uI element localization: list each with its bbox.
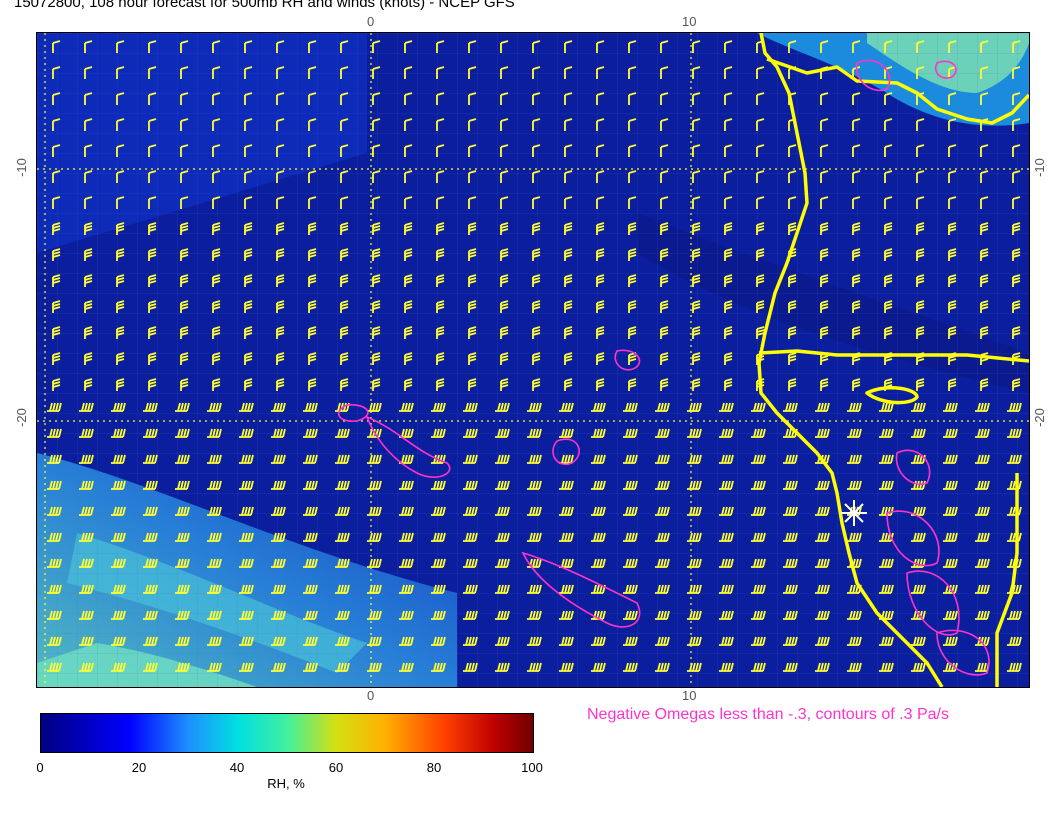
x-tick-top-0: 0	[367, 14, 375, 29]
x-tick-top-10: 10	[682, 14, 697, 29]
y-tick-right-20: -20	[1031, 408, 1047, 427]
y-tick-left-10: -10	[13, 158, 29, 177]
colorbar-label-40: 40	[229, 760, 245, 775]
omega-legend-note: Negative Omegas less than -.3, contours …	[587, 706, 949, 723]
x-tick-bottom-10: 10	[682, 688, 697, 703]
colorbar-title: RH, %	[267, 776, 305, 791]
map-title: 15072800, 108 hour forecast for 500mb RH…	[14, 0, 515, 11]
y-tick-left-20: -20	[13, 408, 29, 427]
map-canvas	[37, 32, 1031, 688]
colorbar-label-0: 0	[36, 760, 44, 775]
colorbar-label-60: 60	[328, 760, 344, 775]
x-tick-bottom-0: 0	[367, 688, 375, 703]
map-panel	[36, 32, 1031, 688]
colorbar-label-20: 20	[131, 760, 147, 775]
colorbar-label-80: 80	[426, 760, 442, 775]
colorbar-label-100: 100	[521, 760, 543, 775]
y-tick-right-10: -10	[1031, 158, 1047, 177]
rh-colorbar	[40, 713, 534, 753]
